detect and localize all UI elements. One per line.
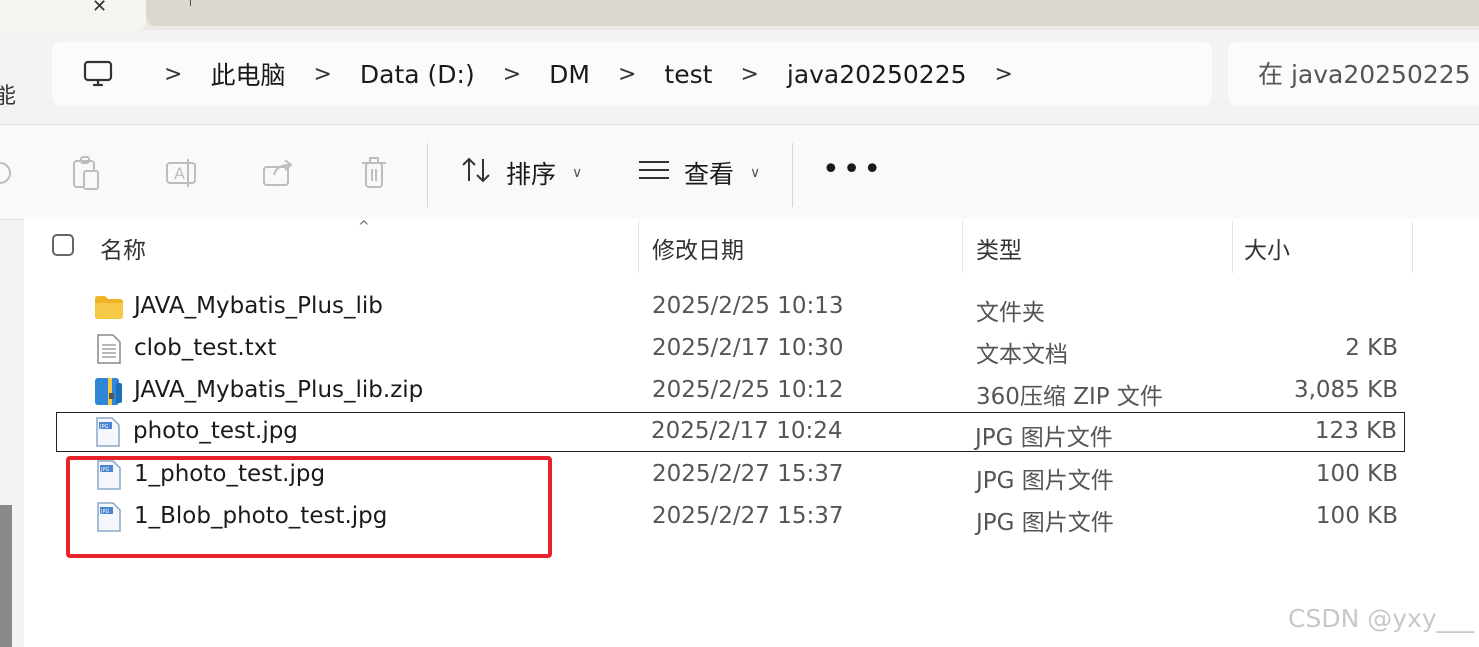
folder-icon [94, 291, 124, 323]
breadcrumb-chevron-icon[interactable]: > [285, 62, 359, 87]
view-button[interactable]: 查看 ∨ [638, 151, 760, 195]
column-divider[interactable] [962, 221, 963, 273]
nav-pane-text-fragment: 能 [0, 84, 17, 109]
sort-label: 排序 [506, 160, 557, 189]
file-size: 100 KB [1315, 461, 1398, 487]
nav-pane-scrollbar[interactable] [0, 505, 12, 647]
tab-strip-background [146, 0, 1479, 26]
breadcrumb-item-test[interactable]: test [664, 60, 712, 89]
column-divider[interactable] [638, 221, 639, 273]
search-box[interactable] [1228, 42, 1479, 106]
file-modified: 2025/2/27 15:37 [652, 503, 844, 529]
view-label: 查看 [684, 160, 735, 189]
view-list-icon [638, 158, 670, 188]
file-name: clob_test.txt [134, 335, 277, 361]
column-divider[interactable] [1412, 221, 1413, 273]
column-divider[interactable] [1232, 221, 1233, 273]
new-item-icon[interactable] [0, 155, 18, 191]
file-modified: 2025/2/25 10:12 [652, 377, 844, 403]
toolbar-separator [792, 143, 793, 207]
svg-text:A: A [174, 164, 185, 183]
file-type: 360压缩 ZIP 文件 [976, 384, 1163, 410]
file-name: JAVA_Mybatis_Plus_lib [134, 293, 383, 319]
watermark: CSDN @yxy___ [1288, 604, 1475, 633]
jpg-badge-text: JPG [99, 424, 108, 430]
breadcrumb-chevron-icon[interactable]: > [967, 62, 1041, 87]
file-row-focused[interactable]: JPG photo_test.jpg 2025/2/17 10:24 JPG 图… [56, 412, 1405, 452]
chevron-down-icon: ∨ [750, 165, 761, 181]
chevron-down-icon: ∨ [572, 165, 583, 181]
column-header-modified[interactable]: 修改日期 [652, 231, 744, 265]
breadcrumb-chevron-icon[interactable]: > [712, 62, 786, 87]
breadcrumb-item-dm[interactable]: DM [549, 60, 590, 89]
breadcrumb-item-java20250225[interactable]: java20250225 [787, 60, 967, 89]
toolbar-separator [427, 143, 428, 207]
file-type: JPG 图片文件 [976, 468, 1114, 494]
file-modified: 2025/2/25 10:13 [652, 293, 844, 319]
text-file-icon [96, 333, 126, 365]
jpg-file-icon: JPG [95, 416, 125, 448]
file-name: JAVA_Mybatis_Plus_lib.zip [134, 377, 424, 403]
select-all-checkbox[interactable] [52, 234, 74, 256]
file-type: 文本文档 [976, 342, 1068, 368]
this-pc-icon[interactable] [78, 54, 118, 94]
zip-file-icon [94, 375, 124, 407]
rename-icon[interactable]: A [164, 155, 200, 191]
file-type: 文件夹 [976, 300, 1045, 326]
file-row[interactable]: JAVA_Mybatis_Plus_lib 2025/2/25 10:13 文件… [24, 287, 1479, 329]
breadcrumb-item-this-pc[interactable]: 此电脑 [210, 56, 285, 92]
file-size: 100 KB [1315, 503, 1398, 529]
highlight-annotation-box [66, 456, 552, 558]
file-name: photo_test.jpg [133, 418, 298, 444]
file-size: 3,085 KB [1293, 377, 1398, 403]
active-tab[interactable]: ✕ [0, 0, 146, 30]
more-options-button[interactable]: ••• [822, 155, 884, 185]
file-type: JPG 图片文件 [976, 510, 1114, 536]
command-bar: A 排序 ∨ 查看 ∨ ••• [0, 124, 1479, 220]
share-icon[interactable] [260, 155, 296, 191]
column-header-size[interactable]: 大小 [1244, 231, 1290, 265]
tab-strip: ✕ [0, 0, 1479, 30]
file-modified: 2025/2/27 15:37 [652, 461, 844, 487]
file-size: 123 KB [1314, 418, 1397, 444]
close-tab-icon[interactable]: ✕ [92, 0, 107, 17]
address-bar[interactable]: > 此电脑 > Data (D:) > DM > test > java2025… [52, 42, 1212, 106]
breadcrumb-chevron-icon[interactable]: > [475, 62, 549, 87]
sort-icon [460, 155, 492, 191]
delete-icon[interactable] [356, 155, 392, 191]
column-header-name[interactable]: 名称 [100, 231, 146, 265]
new-tab-icon[interactable] [190, 0, 191, 6]
sort-button[interactable]: 排序 ∨ [460, 151, 582, 195]
breadcrumb-chevron-icon[interactable]: > [136, 62, 210, 87]
file-row[interactable]: JAVA_Mybatis_Plus_lib.zip 2025/2/25 10:1… [24, 371, 1479, 413]
column-header-type[interactable]: 类型 [976, 231, 1022, 265]
file-list: ^ 名称 修改日期 类型 大小 JAVA_Mybatis_Plus_lib 20… [24, 219, 1479, 647]
paste-icon[interactable] [68, 155, 104, 191]
file-modified: 2025/2/17 10:24 [651, 418, 843, 444]
file-row[interactable]: clob_test.txt 2025/2/17 10:30 文本文档 2 KB [24, 329, 1479, 371]
breadcrumb-item-data-drive[interactable]: Data (D:) [360, 60, 475, 89]
column-header-row: 名称 修改日期 类型 大小 [24, 219, 1479, 273]
file-modified: 2025/2/17 10:30 [652, 335, 844, 361]
file-type: JPG 图片文件 [975, 425, 1113, 451]
search-input[interactable] [1228, 42, 1479, 106]
breadcrumb-chevron-icon[interactable]: > [590, 62, 664, 87]
file-size: 2 KB [1345, 335, 1398, 361]
